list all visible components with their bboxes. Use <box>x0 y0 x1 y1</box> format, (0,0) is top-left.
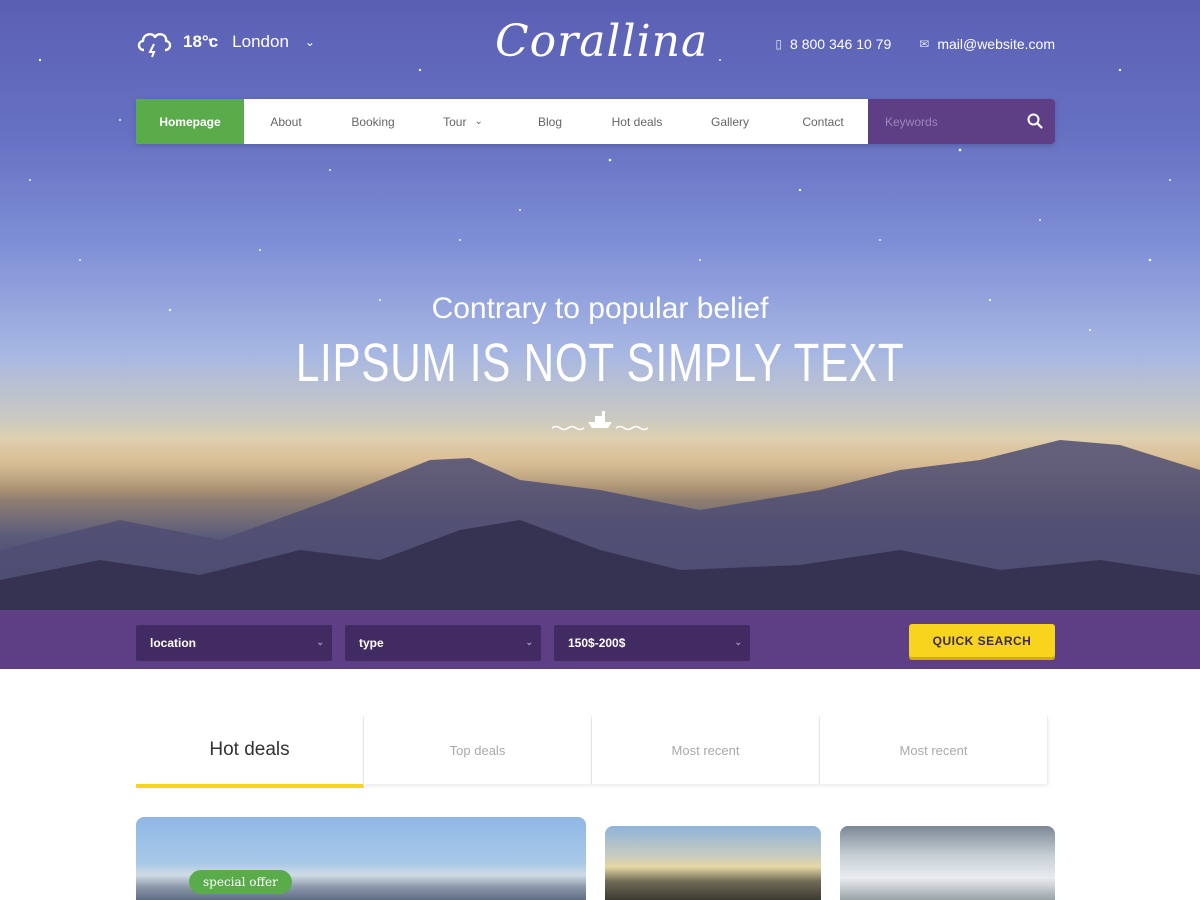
phone-icon: ▯ <box>775 37 783 51</box>
type-select[interactable]: type ⌄ <box>345 625 541 661</box>
tab-most-recent-2[interactable]: Most recent <box>820 716 1048 784</box>
quick-search-button[interactable]: QUICK SEARCH <box>909 624 1055 657</box>
price-select-value: 150$-200$ <box>568 636 626 650</box>
phone-contact[interactable]: ▯ 8 800 346 10 79 <box>775 36 891 52</box>
chevron-down-icon: ⌄ <box>316 637 324 647</box>
location-select[interactable]: location ⌄ <box>136 625 332 661</box>
nav-item-about[interactable]: About <box>244 99 328 144</box>
deal-card-winter[interactable] <box>840 826 1055 900</box>
nav-item-blog[interactable]: Blog <box>508 99 592 144</box>
nav-search <box>868 99 1055 144</box>
special-offer-badge: special offer <box>189 870 292 894</box>
quick-search-bar: location ⌄ type ⌄ 150$-200$ ⌄ QUICK SEAR… <box>0 610 1200 669</box>
tab-most-recent[interactable]: Most recent <box>592 716 820 784</box>
contact-info: ▯ 8 800 346 10 79 ✉ mail@website.com <box>775 36 1055 52</box>
deals-tabs: Hot deals Top deals Most recent Most rec… <box>136 716 1048 788</box>
chevron-down-icon: ⌄ <box>474 116 483 127</box>
mail-icon: ✉ <box>919 37 930 51</box>
nav-item-booking[interactable]: Booking <box>328 99 418 144</box>
site-logo[interactable]: Corallina <box>495 16 707 67</box>
nav-item-hot-deals[interactable]: Hot deals <box>592 99 682 144</box>
location-select-value: location <box>150 636 197 650</box>
email-address: mail@website.com <box>937 36 1055 52</box>
city-name: London <box>232 32 289 51</box>
deal-card-mountain[interactable] <box>605 826 821 900</box>
weather-widget[interactable]: 18°c London ⌄ <box>135 26 315 58</box>
nav-item-tour[interactable]: Tour ⌄ <box>418 99 508 144</box>
main-nav: Homepage About Booking Tour ⌄ Blog Hot d… <box>136 99 1055 144</box>
chevron-down-icon: ⌄ <box>734 637 742 647</box>
hero-banner: 18°c London ⌄ Corallina ▯ 8 800 346 10 7… <box>0 0 1200 610</box>
hero-text: Contrary to popular belief LIPSUM IS NOT… <box>0 292 1200 437</box>
nav-item-homepage[interactable]: Homepage <box>136 99 244 144</box>
tab-top-deals[interactable]: Top deals <box>364 716 592 784</box>
hero-subtitle: Contrary to popular belief <box>431 292 769 325</box>
temperature: 18°c <box>183 32 219 51</box>
phone-number: 8 800 346 10 79 <box>790 36 892 52</box>
tab-hot-deals[interactable]: Hot deals <box>136 716 364 788</box>
search-input[interactable] <box>868 99 1027 144</box>
nav-item-gallery[interactable]: Gallery <box>682 99 778 144</box>
nav-item-contact[interactable]: Contact <box>778 99 868 144</box>
deal-card-featured[interactable]: special offer <box>136 817 586 900</box>
hero-title: LIPSUM IS NOT SIMPLY TEXT <box>295 333 905 393</box>
email-contact[interactable]: ✉ mail@website.com <box>919 36 1055 52</box>
search-icon[interactable] <box>1027 113 1043 129</box>
chevron-down-icon[interactable]: ⌄ <box>305 35 315 49</box>
nav-item-tour-label: Tour <box>443 114 467 129</box>
top-bar: 18°c London ⌄ Corallina ▯ 8 800 346 10 7… <box>135 16 1055 72</box>
boat-icon <box>551 411 649 431</box>
price-select[interactable]: 150$-200$ ⌄ <box>554 625 750 661</box>
type-select-value: type <box>359 636 384 650</box>
cloud-lightning-icon <box>137 33 172 58</box>
chevron-down-icon: ⌄ <box>525 637 533 647</box>
